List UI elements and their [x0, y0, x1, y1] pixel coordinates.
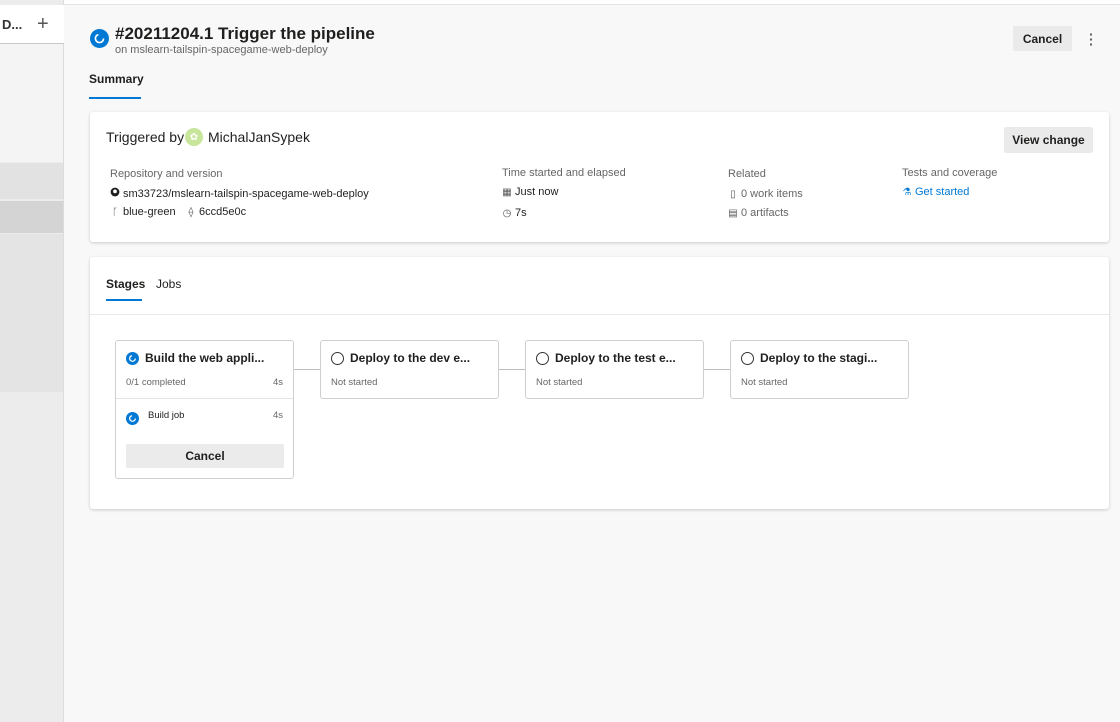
commit-link[interactable]: ⟠ 6ccd5e0c: [186, 206, 247, 218]
stage-status: Not started: [331, 377, 378, 388]
stage-status: Not started: [741, 377, 788, 388]
tab-selected-indicator: [106, 299, 142, 301]
stage-card-build[interactable]: Build the web appli... 0/1 completed 4s …: [115, 340, 294, 479]
stage-status: 0/1 completed: [126, 377, 186, 388]
branch-name: blue-green: [123, 206, 176, 218]
stage-connector: [499, 369, 526, 370]
job-name[interactable]: Build job: [148, 410, 184, 421]
stage-name: Build the web appli...: [145, 351, 265, 365]
sidebar-item-group: [0, 234, 63, 392]
repo-name: sm33723/mslearn-tailspin-spacegame-web-d…: [123, 187, 369, 200]
summary-card: Triggered by ✿ MichalJanSypek View chang…: [90, 112, 1109, 242]
pending-icon: [331, 352, 344, 365]
running-icon: [90, 29, 109, 48]
divider: [90, 314, 1109, 315]
artifacts-count: 0 artifacts: [741, 207, 789, 219]
clipboard-icon: ▯: [730, 188, 736, 200]
clock-icon: ◷: [502, 207, 512, 219]
work-items-count: 0 work items: [741, 188, 803, 200]
stage-connector: [294, 369, 321, 370]
repo-heading: Repository and version: [110, 168, 223, 180]
sidebar-item-selected[interactable]: [0, 201, 63, 233]
tests-heading: Tests and coverage: [902, 167, 998, 179]
calendar-icon: ▦: [502, 186, 512, 198]
artifacts-link[interactable]: ▤ 0 artifacts: [728, 207, 789, 219]
work-items-link[interactable]: ▯ 0 work items: [728, 188, 803, 200]
top-strip: [64, 0, 1120, 5]
add-icon[interactable]: +: [37, 13, 49, 36]
sidebar-title[interactable]: D...: [2, 17, 22, 32]
time-elapsed-value: 7s: [515, 207, 527, 219]
pending-icon: [536, 352, 549, 365]
commit-icon: ⟠: [188, 206, 194, 218]
time-heading: Time started and elapsed: [502, 167, 626, 179]
stage-card-test[interactable]: Deploy to the test e... Not started: [525, 340, 704, 399]
view-change-button[interactable]: View change: [1004, 127, 1093, 153]
job-duration: 4s: [272, 410, 283, 421]
tab-summary[interactable]: Summary: [89, 72, 144, 86]
tab-selected-indicator: [89, 97, 141, 99]
left-sidebar: D... +: [0, 0, 64, 722]
more-actions-icon[interactable]: ⋮: [1083, 28, 1099, 50]
artifact-icon: ▤: [728, 207, 738, 219]
repo-link[interactable]: sm33723/mslearn-tailspin-spacegame-web-d…: [110, 187, 369, 200]
sidebar-item-group: [0, 44, 63, 162]
github-icon: [110, 187, 120, 200]
tab-stages[interactable]: Stages: [106, 277, 145, 291]
commit-hash: 6ccd5e0c: [199, 206, 247, 218]
running-icon: [126, 352, 139, 365]
stage-name: Deploy to the test e...: [555, 351, 676, 365]
related-heading: Related: [728, 168, 766, 180]
avatar: ✿: [185, 128, 203, 146]
cancel-run-button[interactable]: Cancel: [1013, 26, 1072, 51]
time-started-value: Just now: [515, 186, 559, 198]
stage-card-dev[interactable]: Deploy to the dev e... Not started: [320, 340, 499, 399]
time-started: ▦ Just now: [502, 186, 558, 198]
stage-name: Deploy to the dev e...: [350, 351, 471, 365]
stage-duration: 4s: [272, 377, 283, 388]
stage-card-staging[interactable]: Deploy to the stagi... Not started: [730, 340, 909, 399]
sidebar-item[interactable]: [0, 163, 63, 199]
cancel-stage-button[interactable]: Cancel: [126, 444, 284, 468]
triggered-by-label: Triggered by: [106, 129, 185, 145]
branch-icon: ᚴ: [112, 206, 118, 218]
branch-link[interactable]: ᚴ blue-green: [110, 206, 176, 218]
running-icon: [126, 412, 139, 425]
tab-jobs[interactable]: Jobs: [156, 277, 181, 291]
stage-connector: [704, 369, 731, 370]
stage-name: Deploy to the stagi...: [760, 351, 878, 365]
pending-icon: [741, 352, 754, 365]
flask-icon: ⚗: [902, 186, 912, 198]
run-title: #20211204.1 Trigger the pipeline: [115, 24, 375, 43]
divider: [116, 398, 293, 399]
sidebar-header: D... +: [0, 5, 64, 44]
stage-status: Not started: [536, 377, 583, 388]
trigger-user[interactable]: MichalJanSypek: [208, 129, 310, 145]
time-elapsed: ◷ 7s: [502, 207, 527, 219]
get-started-link[interactable]: ⚗ Get started: [902, 186, 970, 198]
stages-card: Stages Jobs Build the web appli... 0/1 c…: [90, 257, 1109, 509]
get-started-label: Get started: [915, 186, 970, 198]
run-subtitle: on mslearn-tailspin-spacegame-web-deploy: [115, 44, 328, 56]
